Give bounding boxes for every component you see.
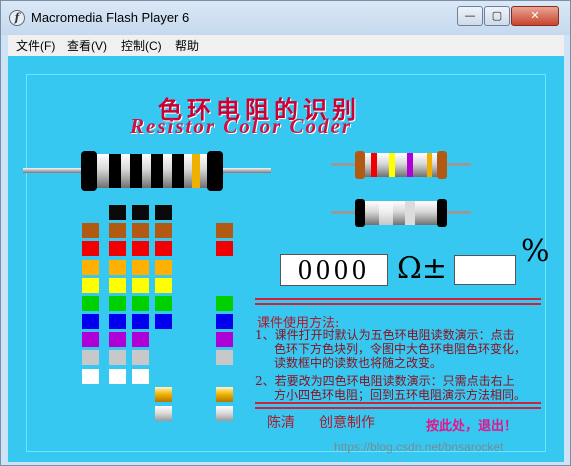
- swatch-yellow[interactable]: [109, 278, 126, 293]
- flash-stage: 色环电阻的识别 Resistor Color Coder 0000 Ω± % 课…: [8, 56, 564, 462]
- menu-bar: 文件(F) 查看(V) 控制(C) 帮助: [8, 35, 564, 57]
- minimize-button[interactable]: —: [457, 6, 483, 26]
- swatch-black[interactable]: [132, 205, 149, 220]
- swatch-yellow[interactable]: [132, 278, 149, 293]
- restore-button[interactable]: ▢: [484, 6, 510, 26]
- swatch-gray[interactable]: [132, 350, 149, 365]
- swatch-brown[interactable]: [109, 223, 126, 238]
- swatch-brown[interactable]: [132, 223, 149, 238]
- band-2: [130, 154, 142, 188]
- author-name: 陈清: [267, 415, 295, 431]
- swatch-black[interactable]: [155, 205, 172, 220]
- menu-file[interactable]: 文件(F): [16, 37, 55, 54]
- tolerance-field: [454, 255, 516, 285]
- divider-top-2: [255, 303, 541, 305]
- divider-bottom-2: [255, 407, 541, 409]
- divider-bottom: [255, 402, 541, 404]
- percent-symbol: %: [521, 234, 550, 269]
- instruction-line: 读数框中的读数也将随之改变。: [274, 356, 443, 370]
- swatch-silver[interactable]: [155, 406, 172, 421]
- swatch-blue[interactable]: [82, 314, 99, 329]
- divider-top: [255, 298, 541, 300]
- swatch-silver[interactable]: [216, 406, 233, 421]
- swatch-green[interactable]: [155, 296, 172, 311]
- swatch-orange[interactable]: [132, 260, 149, 275]
- instruction-line: 2、若要改为四色环电阻读数演示：只需点击右上: [255, 374, 515, 388]
- swatch-orange[interactable]: [109, 260, 126, 275]
- resistor-cap-left: [81, 151, 97, 191]
- close-button[interactable]: ✕: [511, 6, 559, 26]
- swatch-gold[interactable]: [216, 387, 233, 402]
- resistor-cap-right: [207, 151, 223, 191]
- swatch-yellow[interactable]: [82, 278, 99, 293]
- swatch-green[interactable]: [216, 296, 233, 311]
- swatch-blue[interactable]: [109, 314, 126, 329]
- app-title-english: Resistor Color Coder: [130, 114, 353, 138]
- swatch-brown[interactable]: [155, 223, 172, 238]
- swatch-brown[interactable]: [216, 223, 233, 238]
- swatch-black[interactable]: [109, 205, 126, 220]
- swatch-red[interactable]: [82, 241, 99, 256]
- small-five-band-resistor[interactable]: [331, 196, 471, 230]
- band-5: [192, 154, 200, 188]
- instruction-line: 色环下方色块列，令图中大色环电阻色环变化，: [274, 342, 527, 356]
- swatch-brown[interactable]: [82, 223, 99, 238]
- ohm-plus-minus-symbol: Ω±: [397, 251, 448, 286]
- band-3: [151, 154, 163, 188]
- menu-view[interactable]: 查看(V): [67, 37, 107, 54]
- instruction-line: 1、课件打开时默认为五色环电阻读数演示：点击: [255, 328, 515, 342]
- swatch-blue[interactable]: [155, 314, 172, 329]
- swatch-orange[interactable]: [155, 260, 172, 275]
- swatch-gold[interactable]: [155, 387, 172, 402]
- exit-link[interactable]: 按此处，退出！: [426, 415, 517, 434]
- swatch-violet[interactable]: [216, 332, 233, 347]
- swatch-gray[interactable]: [82, 350, 99, 365]
- band-4: [172, 154, 184, 188]
- swatch-gray[interactable]: [216, 350, 233, 365]
- swatch-red[interactable]: [109, 241, 126, 256]
- flash-app-icon: f: [9, 10, 25, 26]
- watermark-url: https://blog.csdn.net/bnsarocket: [334, 440, 504, 454]
- resistor-lead-left: [23, 168, 83, 173]
- swatch-blue[interactable]: [132, 314, 149, 329]
- swatch-gray[interactable]: [109, 350, 126, 365]
- swatch-red[interactable]: [155, 241, 172, 256]
- swatch-green[interactable]: [132, 296, 149, 311]
- swatch-orange[interactable]: [82, 260, 99, 275]
- window-title: Macromedia Flash Player 6: [31, 10, 190, 25]
- swatch-red[interactable]: [132, 241, 149, 256]
- swatch-yellow[interactable]: [155, 278, 172, 293]
- resistance-readout: 0000: [280, 254, 388, 286]
- swatch-white[interactable]: [82, 369, 99, 384]
- swatch-blue[interactable]: [216, 314, 233, 329]
- instruction-line: 方小四色环电阻；回到五环电阻演示方法相同。: [274, 388, 527, 402]
- swatch-red[interactable]: [216, 241, 233, 256]
- small-four-band-resistor[interactable]: [331, 148, 471, 182]
- large-resistor: [23, 151, 271, 191]
- menu-help[interactable]: 帮助: [175, 37, 199, 54]
- swatch-white[interactable]: [109, 369, 126, 384]
- swatch-violet[interactable]: [132, 332, 149, 347]
- swatch-violet[interactable]: [82, 332, 99, 347]
- swatch-green[interactable]: [82, 296, 99, 311]
- swatch-white[interactable]: [132, 369, 149, 384]
- band-1: [109, 154, 121, 188]
- menu-control[interactable]: 控制(C): [121, 37, 162, 54]
- title-bar[interactable]: f Macromedia Flash Player 6 — ▢ ✕: [1, 1, 570, 35]
- flash-player-window: f Macromedia Flash Player 6 — ▢ ✕ 文件(F) …: [0, 0, 571, 466]
- made-by-label: 创意制作: [319, 415, 375, 431]
- swatch-violet[interactable]: [109, 332, 126, 347]
- swatch-green[interactable]: [109, 296, 126, 311]
